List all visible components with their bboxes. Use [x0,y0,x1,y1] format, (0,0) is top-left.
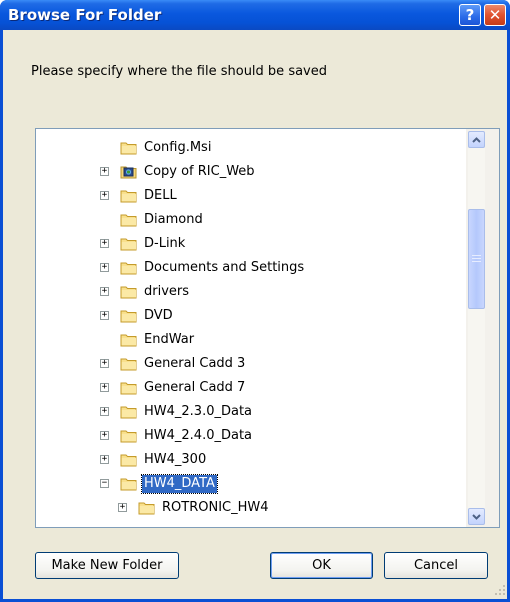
folder-icon [120,238,137,251]
scroll-up-button[interactable] [468,131,485,148]
tree-item[interactable]: Config.Msi [36,137,476,161]
tree-item[interactable]: + HW4_2.4.0_Data [36,425,476,449]
tree-item-label: General Cadd 7 [144,380,246,395]
tree-item-label: Diamond [144,212,203,227]
scroll-track[interactable] [468,148,485,508]
folder-icon [138,502,155,515]
expand-icon[interactable]: + [100,239,109,248]
expand-icon[interactable]: + [100,407,109,416]
scroll-down-button[interactable] [468,508,485,525]
expand-icon[interactable]: + [100,359,109,368]
expand-icon[interactable]: + [100,263,109,272]
folder-tree-list: Config.Msi + Copy of RIC_Web + DELL Diamond + D… [36,129,476,527]
tree-item[interactable]: EndWar [36,329,476,353]
tree-item[interactable]: + HW4_300 [36,449,476,473]
tree-item-label: HW4_2.4.0_Data [144,428,253,443]
tree-item-label: DELL [144,188,177,203]
expand-icon[interactable]: + [100,191,109,200]
tree-item-label: HW4_2.3.0_Data [144,404,253,419]
expand-icon[interactable]: + [100,383,109,392]
tree-item-label: D-Link [144,236,186,251]
folder-icon [120,190,137,203]
prompt-text: Please specify where the file should be … [31,64,327,79]
title-bar[interactable]: Browse For Folder ? ✕ [0,0,510,30]
expand-icon[interactable]: + [100,311,109,320]
tree-item[interactable]: + DELL [36,185,476,209]
tree-item[interactable]: + ROTRONIC_HW4 [36,497,476,521]
tree-item-label: General Cadd 3 [144,356,246,371]
dialog-title: Browse For Folder [8,6,162,24]
expand-icon[interactable]: + [100,167,109,176]
tree-item[interactable]: + HW4_2.3.0_Data [36,401,476,425]
tree-item[interactable]: Diamond [36,209,476,233]
tree-item[interactable]: + General Cadd 3 [36,353,476,377]
chevron-down-icon [472,513,481,520]
resize-grip-icon[interactable] [494,584,506,596]
question-mark-icon: ? [465,6,475,24]
vertical-scrollbar[interactable] [466,129,499,527]
make-new-folder-button[interactable]: Make New Folder [35,552,179,579]
folder-icon [120,454,137,467]
help-button[interactable]: ? [459,4,481,26]
browse-for-folder-dialog: Browse For Folder ? ✕ Please specify whe… [0,0,510,602]
web-folder-icon [120,166,137,179]
folder-icon [120,262,137,275]
tree-item[interactable]: − HW4_DATA [36,473,476,497]
close-icon: ✕ [488,6,502,24]
folder-icon [120,334,137,347]
tree-item[interactable]: + General Cadd 7 [36,377,476,401]
scroll-thumb[interactable] [468,209,485,309]
folder-icon [120,430,137,443]
tree-item[interactable]: + drivers [36,281,476,305]
tree-item[interactable]: + DVD [36,305,476,329]
tree-item-label: DVD [144,308,173,323]
folder-icon [120,214,137,227]
expand-icon[interactable]: + [100,455,109,464]
tree-item[interactable]: + Documents and Settings [36,257,476,281]
grip-line [472,261,481,262]
folder-icon [120,142,137,155]
tree-item-label: HW4_300 [144,452,207,467]
expand-icon[interactable]: + [100,431,109,440]
folder-icon [120,406,137,419]
cancel-button[interactable]: Cancel [384,552,488,579]
ok-button[interactable]: OK [270,552,373,579]
close-button[interactable]: ✕ [484,4,506,26]
tree-item-label: HW4_DATA [141,474,218,494]
tree-item-label: Config.Msi [144,140,212,155]
grip-line [472,258,481,259]
folder-icon [120,358,137,371]
folder-tree[interactable]: Config.Msi + Copy of RIC_Web + DELL Diamond + D… [35,128,500,528]
expand-icon[interactable]: + [118,503,127,512]
collapse-icon[interactable]: − [100,479,109,488]
tree-item-label: Documents and Settings [144,260,305,275]
tree-item-label: EndWar [144,332,195,347]
folder-icon [120,382,137,395]
tree-item-label: Copy of RIC_Web [144,164,255,179]
tree-item[interactable]: + D-Link [36,233,476,257]
folder-icon [120,310,137,323]
tree-item[interactable]: + Copy of RIC_Web [36,161,476,185]
grip-line [472,255,481,256]
tree-item-label: ROTRONIC_HW4 [162,500,269,515]
chevron-up-icon [472,136,481,143]
tree-item-label: drivers [144,284,190,299]
expand-icon[interactable]: + [100,287,109,296]
open-folder-icon [120,478,137,491]
folder-icon [120,286,137,299]
